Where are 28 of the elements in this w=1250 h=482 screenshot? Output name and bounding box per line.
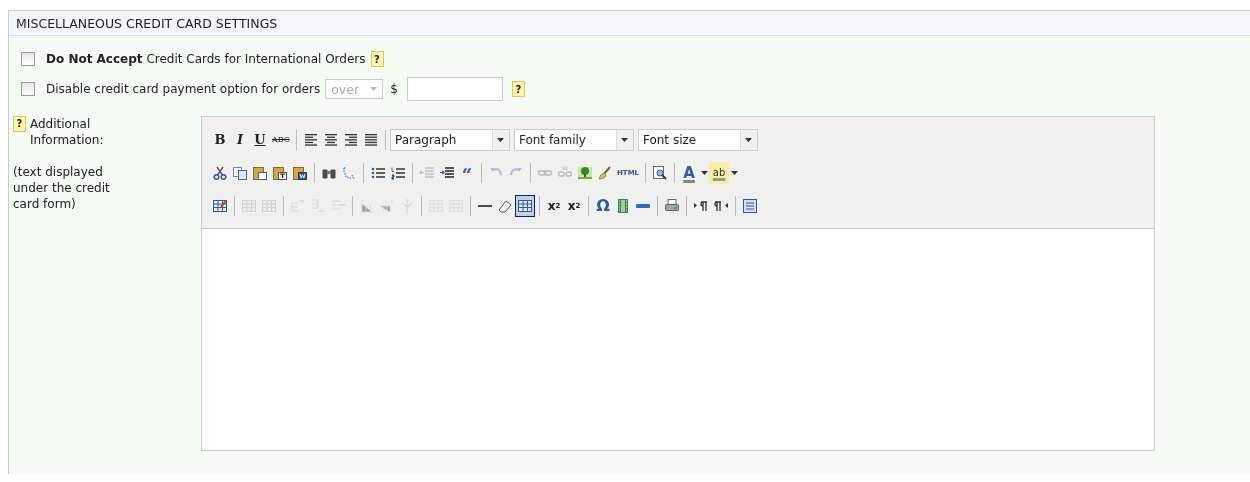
field-label: Additional Information: — [30, 116, 105, 148]
italic-button[interactable]: I — [230, 128, 250, 151]
underline-button[interactable]: U — [250, 128, 270, 151]
format-dropdown[interactable]: Font family — [513, 128, 634, 151]
option-label: Disable credit card payment option for orders — [46, 82, 321, 96]
superscript-button[interactable]: x$^{2}$ — [564, 194, 584, 217]
caret-icon[interactable] — [497, 137, 505, 142]
format-dropdown[interactable]: Paragraph — [389, 128, 510, 151]
text-color-button[interactable]: A — [679, 161, 700, 184]
blockquote-button[interactable]: “ — [457, 161, 477, 184]
help-button[interactable]: ? — [13, 116, 26, 132]
currency-symbol: $ — [390, 82, 398, 96]
special-character-button[interactable]: Ω — [593, 194, 613, 217]
amount-field[interactable] — [406, 77, 503, 101]
bold-button[interactable]: B — [210, 128, 230, 151]
caret-icon[interactable] — [745, 137, 753, 142]
strikethrough-button[interactable]: ABC — [270, 128, 292, 151]
highlight-color-button[interactable]: ab — [709, 161, 730, 184]
help-button[interactable]: ? — [511, 81, 525, 97]
grid-icon[interactable] — [515, 194, 535, 217]
field-note: (text displayed under the credit card form) — [13, 164, 111, 212]
format-dropdown[interactable]: Font size — [637, 128, 758, 151]
checkbox[interactable] — [21, 82, 35, 96]
checkbox[interactable] — [21, 52, 35, 66]
help-button[interactable]: ? — [370, 51, 384, 67]
caret-icon[interactable] — [621, 137, 629, 142]
section-title: MISCELLANEOUS CREDIT CARD SETTINGS — [16, 15, 278, 31]
option-label: Do Not Accept Credit Cards for International Orders — [46, 52, 366, 66]
